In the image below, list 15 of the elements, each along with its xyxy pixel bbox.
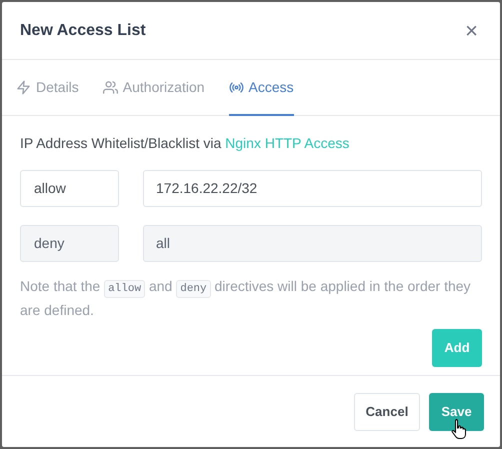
cancel-button[interactable]: Cancel: [354, 392, 420, 430]
close-button[interactable]: ×: [461, 20, 482, 42]
note-text: Note that the allow and deny directives will be applied in the order they are defined.: [20, 277, 472, 320]
directive-select[interactable]: allow: [20, 170, 119, 207]
dialog-title: New Access List: [20, 20, 146, 40]
hand-cursor-icon: [451, 418, 467, 440]
broadcast-icon: [228, 80, 244, 94]
tab[interactable]: Authorization: [102, 60, 205, 116]
users-icon: [102, 80, 118, 94]
address-field[interactable]: 172.16.22.22/32: [143, 170, 482, 207]
tab[interactable]: Access: [228, 60, 294, 116]
lightning-icon: [16, 80, 31, 94]
save-button[interactable]: Save: [429, 392, 484, 430]
tab[interactable]: Details: [16, 60, 79, 116]
intro-text: IP Address Whitelist/Blacklist via Nginx HTTP Access: [20, 134, 350, 153]
